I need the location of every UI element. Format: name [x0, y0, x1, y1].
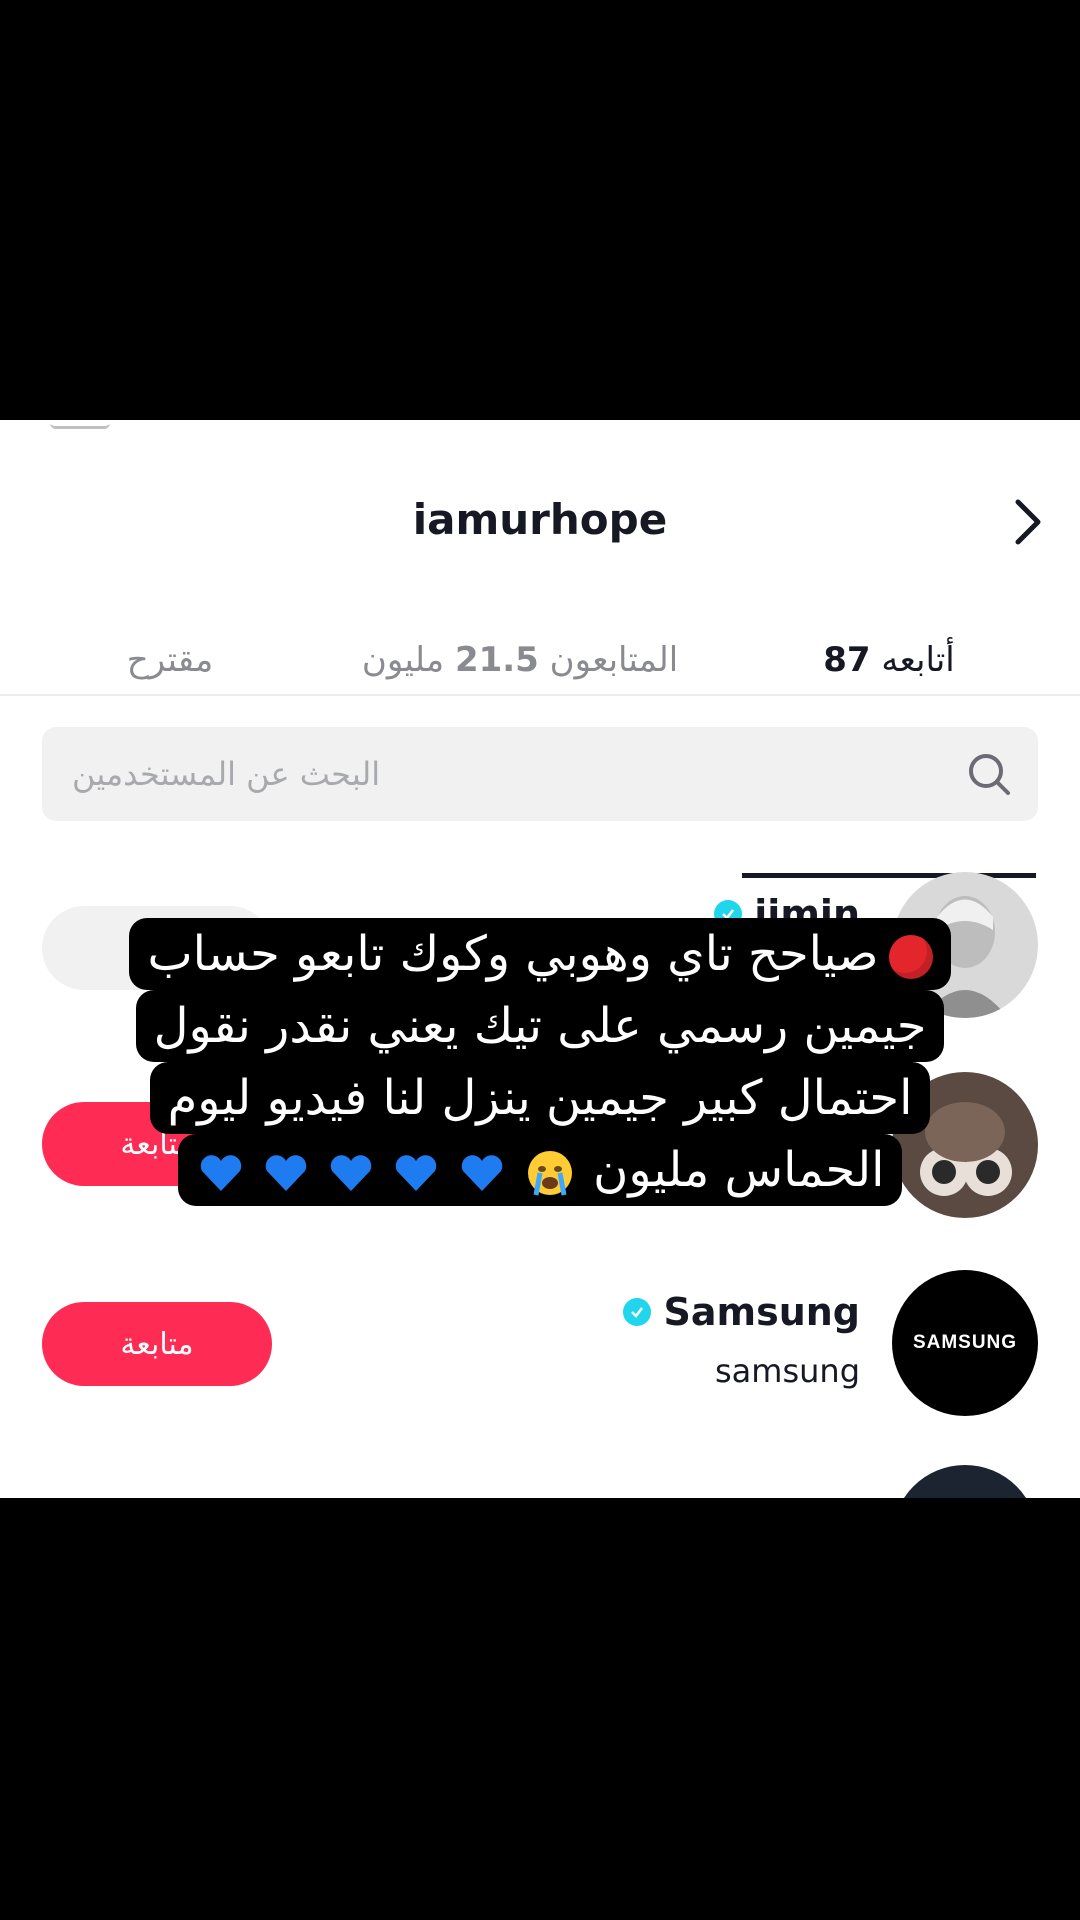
tab-followers-count: 21.5: [454, 640, 539, 680]
user-name-line: Samsung: [623, 1290, 860, 1334]
tab-followers-label: المتابعون: [549, 640, 679, 680]
tab-suggested[interactable]: مقترح: [60, 605, 280, 715]
caption-line-2: جيمين رسمي على تيك يعني نقدر نقول: [135, 990, 945, 1062]
profile-username-title: iamurhope: [412, 495, 668, 544]
user-handle: samsung: [715, 1352, 860, 1390]
user-display-name: Samsung: [663, 1290, 860, 1334]
blue-heart-icon: [330, 1155, 372, 1191]
tab-followers-suffix: مليون: [361, 640, 445, 680]
crying-face-icon: [527, 1151, 572, 1196]
follow-button[interactable]: متابعة: [42, 1302, 272, 1386]
caption-line-1-text: صياحح تاي وهوبي وكوك تابعو حساب: [147, 926, 879, 982]
blue-heart-icon: [200, 1155, 241, 1191]
verified-badge-icon: [623, 1298, 652, 1326]
tabs-divider: [0, 694, 1080, 696]
tab-following-count: 87: [823, 640, 871, 680]
search-input[interactable]: البحث عن المستخدمين: [42, 727, 1038, 821]
avatar[interactable]: [892, 1465, 1038, 1498]
tab-following-label: أتابعه: [881, 640, 955, 680]
avatar-brand-logo: SAMSUNG: [912, 1332, 1018, 1353]
tab-bar: أتابعه 87 المتابعون 21.5 مليون مقترح: [0, 605, 1080, 878]
tab-suggested-label: مقترح: [126, 640, 214, 680]
search-placeholder: البحث عن المستخدمين: [72, 755, 381, 793]
caption-line-4-text: الحماس مليون: [593, 1142, 885, 1198]
caption-line-3: احتمال كبير جيمين ينزل لنا فيديو ليوم: [149, 1062, 931, 1134]
cut-off-toolbar-fragment: [50, 420, 110, 429]
blue-heart-icon: [265, 1155, 307, 1191]
blue-heart-icon: [396, 1155, 437, 1191]
list-item[interactable]: [0, 1465, 1080, 1498]
caption-line-1: صياحح تاي وهوبي وكوك تابعو حساب: [129, 918, 951, 990]
tab-followers[interactable]: المتابعون 21.5 مليون: [330, 605, 710, 715]
back-chevron-icon[interactable]: [1006, 499, 1050, 545]
caption-overlay: صياحح تاي وهوبي وكوك تابعو حساب جيمين رس…: [88, 918, 992, 1206]
avatar[interactable]: SAMSUNG: [892, 1270, 1038, 1416]
tab-following[interactable]: أتابعه 87: [742, 605, 1036, 715]
red-circle-icon: [888, 935, 933, 979]
list-item[interactable]: SAMSUNG Samsung samsung متابعة: [0, 1270, 1080, 1420]
caption-line-4: الحماس مليون: [177, 1134, 903, 1206]
follow-button-label: متابعة: [120, 1326, 194, 1362]
blue-heart-icon: [461, 1155, 502, 1191]
search-icon: [969, 754, 1010, 795]
